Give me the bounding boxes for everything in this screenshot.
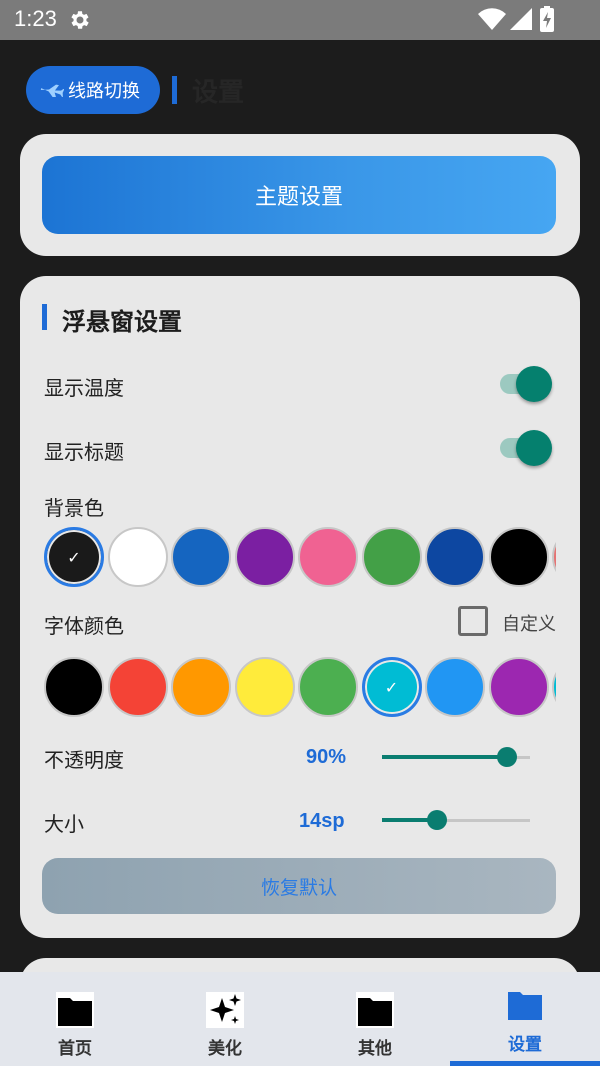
color-swatch[interactable] [107, 657, 168, 717]
nav-item-other[interactable]: 其他 [300, 972, 450, 1066]
color-swatch[interactable] [425, 527, 485, 587]
color-swatch[interactable] [488, 657, 549, 717]
size-label: 大小 [44, 812, 84, 836]
wifi-icon [478, 8, 506, 31]
nav-label-settings: 设置 [508, 1035, 542, 1055]
color-swatch[interactable] [488, 527, 549, 587]
nav-item-settings[interactable]: 设置 [450, 972, 600, 1066]
custom-color-label: 自定义 [502, 614, 556, 635]
gear-icon [71, 11, 89, 29]
color-swatch[interactable]: ✓ [44, 527, 104, 587]
status-time: 1:23 [14, 6, 57, 31]
color-swatch[interactable] [298, 657, 358, 717]
color-swatch[interactable] [361, 527, 422, 587]
nav-item-home[interactable]: 首页 [0, 972, 150, 1066]
reset-default-button[interactable]: 恢复默认 [42, 858, 556, 914]
size-value: 14sp [299, 810, 345, 832]
battery-charging-icon [540, 6, 554, 32]
toggle-thumb [516, 430, 552, 466]
status-bar: 1:23 [0, 0, 600, 40]
folder-icon [356, 992, 394, 1028]
slider-fill [382, 755, 508, 759]
nav-label-beautify: 美化 [208, 1039, 242, 1059]
show-temperature-toggle[interactable] [498, 366, 554, 402]
opacity-slider[interactable] [382, 745, 530, 769]
opacity-label: 不透明度 [44, 748, 124, 772]
opacity-value: 90% [306, 746, 347, 768]
size-slider[interactable] [382, 808, 530, 832]
slider-knob[interactable] [426, 810, 447, 830]
nav-label-other: 其他 [358, 1039, 392, 1059]
section-title: 浮悬窗设置 [62, 308, 182, 336]
folder-icon [508, 992, 542, 1020]
font-color-label: 字体颜色 [44, 614, 124, 638]
slider-knob[interactable] [497, 747, 518, 767]
color-swatch[interactable] [171, 657, 231, 717]
show-title-label: 显示标题 [44, 440, 124, 464]
float-window-card: 浮悬窗设置 显示温度 显示标题 背景色 ✓ 字体颜色 自定义 ✓ 不透明度 90… [20, 276, 580, 938]
font-color-swatches: ✓ [44, 654, 556, 720]
background-color-swatches: ✓ [44, 524, 556, 590]
toggle-thumb [516, 366, 552, 402]
route-switch-label: 线路切换 [68, 81, 140, 102]
section-accent-bar [42, 304, 47, 330]
color-swatch[interactable] [107, 527, 168, 587]
color-swatch[interactable] [44, 657, 104, 717]
color-swatch[interactable] [552, 657, 556, 717]
custom-color-checkbox[interactable] [458, 606, 488, 636]
show-temperature-label: 显示温度 [44, 376, 124, 400]
page-title: 设置 [192, 78, 245, 108]
bottom-nav: 首页 美化 其他 设置 [0, 972, 600, 1066]
nav-item-beautify[interactable]: 美化 [150, 972, 300, 1066]
folder-icon [56, 992, 94, 1028]
title-accent-bar [172, 76, 177, 104]
color-swatch[interactable] [171, 527, 231, 587]
nav-label-home: 首页 [58, 1039, 92, 1059]
show-title-toggle[interactable] [498, 430, 554, 466]
color-swatch[interactable] [234, 657, 295, 717]
color-swatch[interactable]: ✓ [361, 657, 422, 717]
theme-settings-button[interactable]: 主题设置 [42, 156, 556, 234]
color-swatch[interactable] [552, 527, 556, 587]
color-swatch[interactable] [234, 527, 295, 587]
route-switch-button[interactable]: 线路切换 [26, 66, 160, 114]
plane-icon [40, 84, 64, 97]
theme-card: 主题设置 [20, 134, 580, 256]
background-color-label: 背景色 [44, 496, 104, 520]
nav-active-indicator [450, 1061, 600, 1066]
signal-icon [510, 8, 532, 30]
color-swatch[interactable] [425, 657, 485, 717]
sparkle-icon [206, 992, 244, 1028]
color-swatch[interactable] [298, 527, 358, 587]
